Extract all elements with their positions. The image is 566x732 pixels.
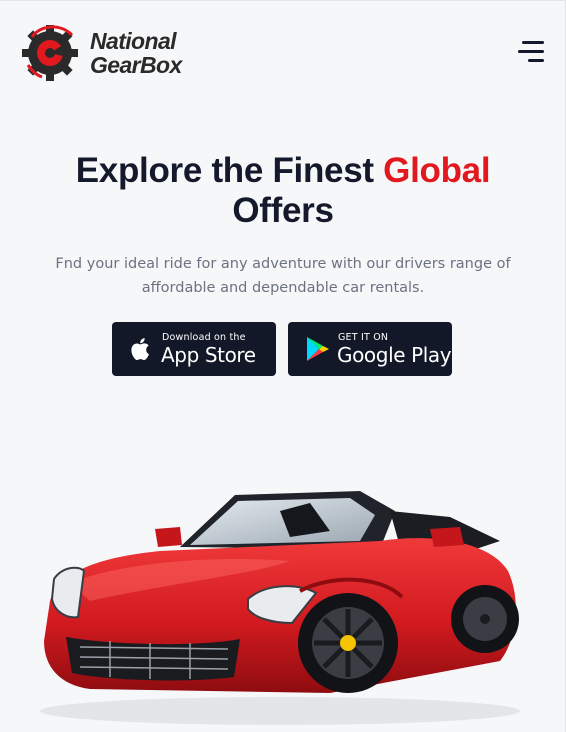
app-store-button[interactable]: Download on the App Store xyxy=(112,322,276,376)
brand-line1: National xyxy=(90,28,177,54)
menu-line xyxy=(522,41,544,44)
gear-logo-icon xyxy=(22,25,78,81)
hero-car-image xyxy=(30,471,530,732)
google-play-big-label: Google Play xyxy=(337,343,452,367)
hero-title-highlight: Global xyxy=(383,151,491,190)
google-play-button[interactable]: GET IT ON Google Play xyxy=(288,322,452,376)
brand-logo[interactable]: National GearBox xyxy=(22,21,204,81)
site-header: National GearBox xyxy=(0,1,566,97)
brand-wordmark: National GearBox xyxy=(90,29,182,77)
apple-icon xyxy=(131,338,149,360)
google-play-icon xyxy=(307,337,329,361)
menu-line xyxy=(528,59,544,62)
brand-line2: GearBox xyxy=(90,52,182,78)
hero-subtitle: Fnd your ideal ride for any adventure wi… xyxy=(55,256,511,296)
app-store-small-label: Download on the xyxy=(162,332,246,343)
hero-title: Explore the Finest Global Offers xyxy=(30,151,536,231)
menu-line xyxy=(518,50,544,53)
app-store-big-label: App Store xyxy=(161,343,256,367)
hero-title-part1: Explore the Finest xyxy=(75,151,384,190)
hamburger-menu-icon[interactable] xyxy=(514,41,544,63)
red-convertible-car-illustration xyxy=(40,491,520,725)
hero-title-part2: Offers xyxy=(232,191,334,230)
google-play-small-label: GET IT ON xyxy=(338,332,389,343)
